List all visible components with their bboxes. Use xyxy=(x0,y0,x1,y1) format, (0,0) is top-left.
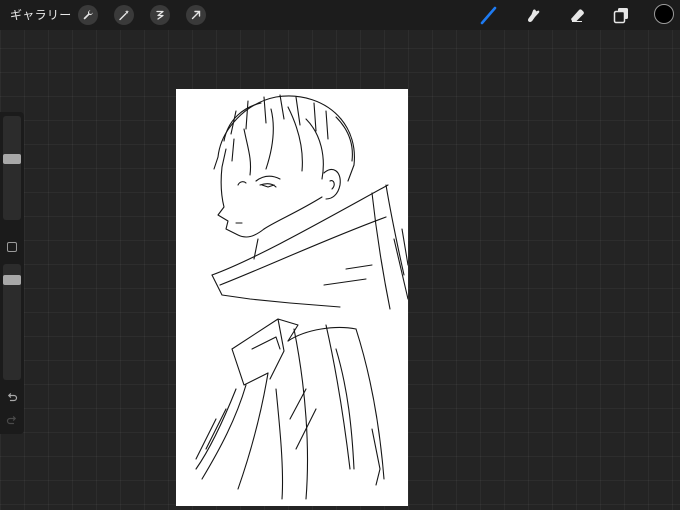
layers-icon xyxy=(613,8,628,24)
layers-button[interactable] xyxy=(610,4,632,26)
adjustments-button[interactable] xyxy=(114,5,134,25)
top-toolbar: ギャラリー xyxy=(0,0,680,30)
undo-arrow-icon[interactable] xyxy=(6,391,18,403)
modify-button[interactable] xyxy=(7,242,17,252)
left-sidebar xyxy=(0,112,24,434)
brush-icon xyxy=(480,6,497,25)
smudge-tool-button[interactable] xyxy=(522,4,544,26)
transform-arrow-icon xyxy=(191,10,201,20)
color-picker-button[interactable] xyxy=(654,4,674,24)
opacity-thumb[interactable] xyxy=(3,274,21,285)
actions-button[interactable] xyxy=(78,5,98,25)
magic-wand-icon xyxy=(119,10,129,21)
eraser-icon xyxy=(571,9,584,22)
selection-icon xyxy=(156,10,164,20)
brush-size-thumb[interactable] xyxy=(3,153,21,164)
brush-tool-button[interactable] xyxy=(478,4,500,26)
sketch-artwork xyxy=(195,94,408,500)
transform-button[interactable] xyxy=(186,5,206,25)
drawing-canvas[interactable] xyxy=(176,89,408,506)
redo-arrow-icon[interactable] xyxy=(6,414,18,426)
smudge-icon xyxy=(528,9,540,22)
eraser-tool-button[interactable] xyxy=(566,4,588,26)
gallery-button[interactable]: ギャラリー xyxy=(10,6,72,23)
wrench-icon xyxy=(83,10,93,20)
brush-size-slider[interactable] xyxy=(3,116,21,220)
selection-button[interactable] xyxy=(150,5,170,25)
